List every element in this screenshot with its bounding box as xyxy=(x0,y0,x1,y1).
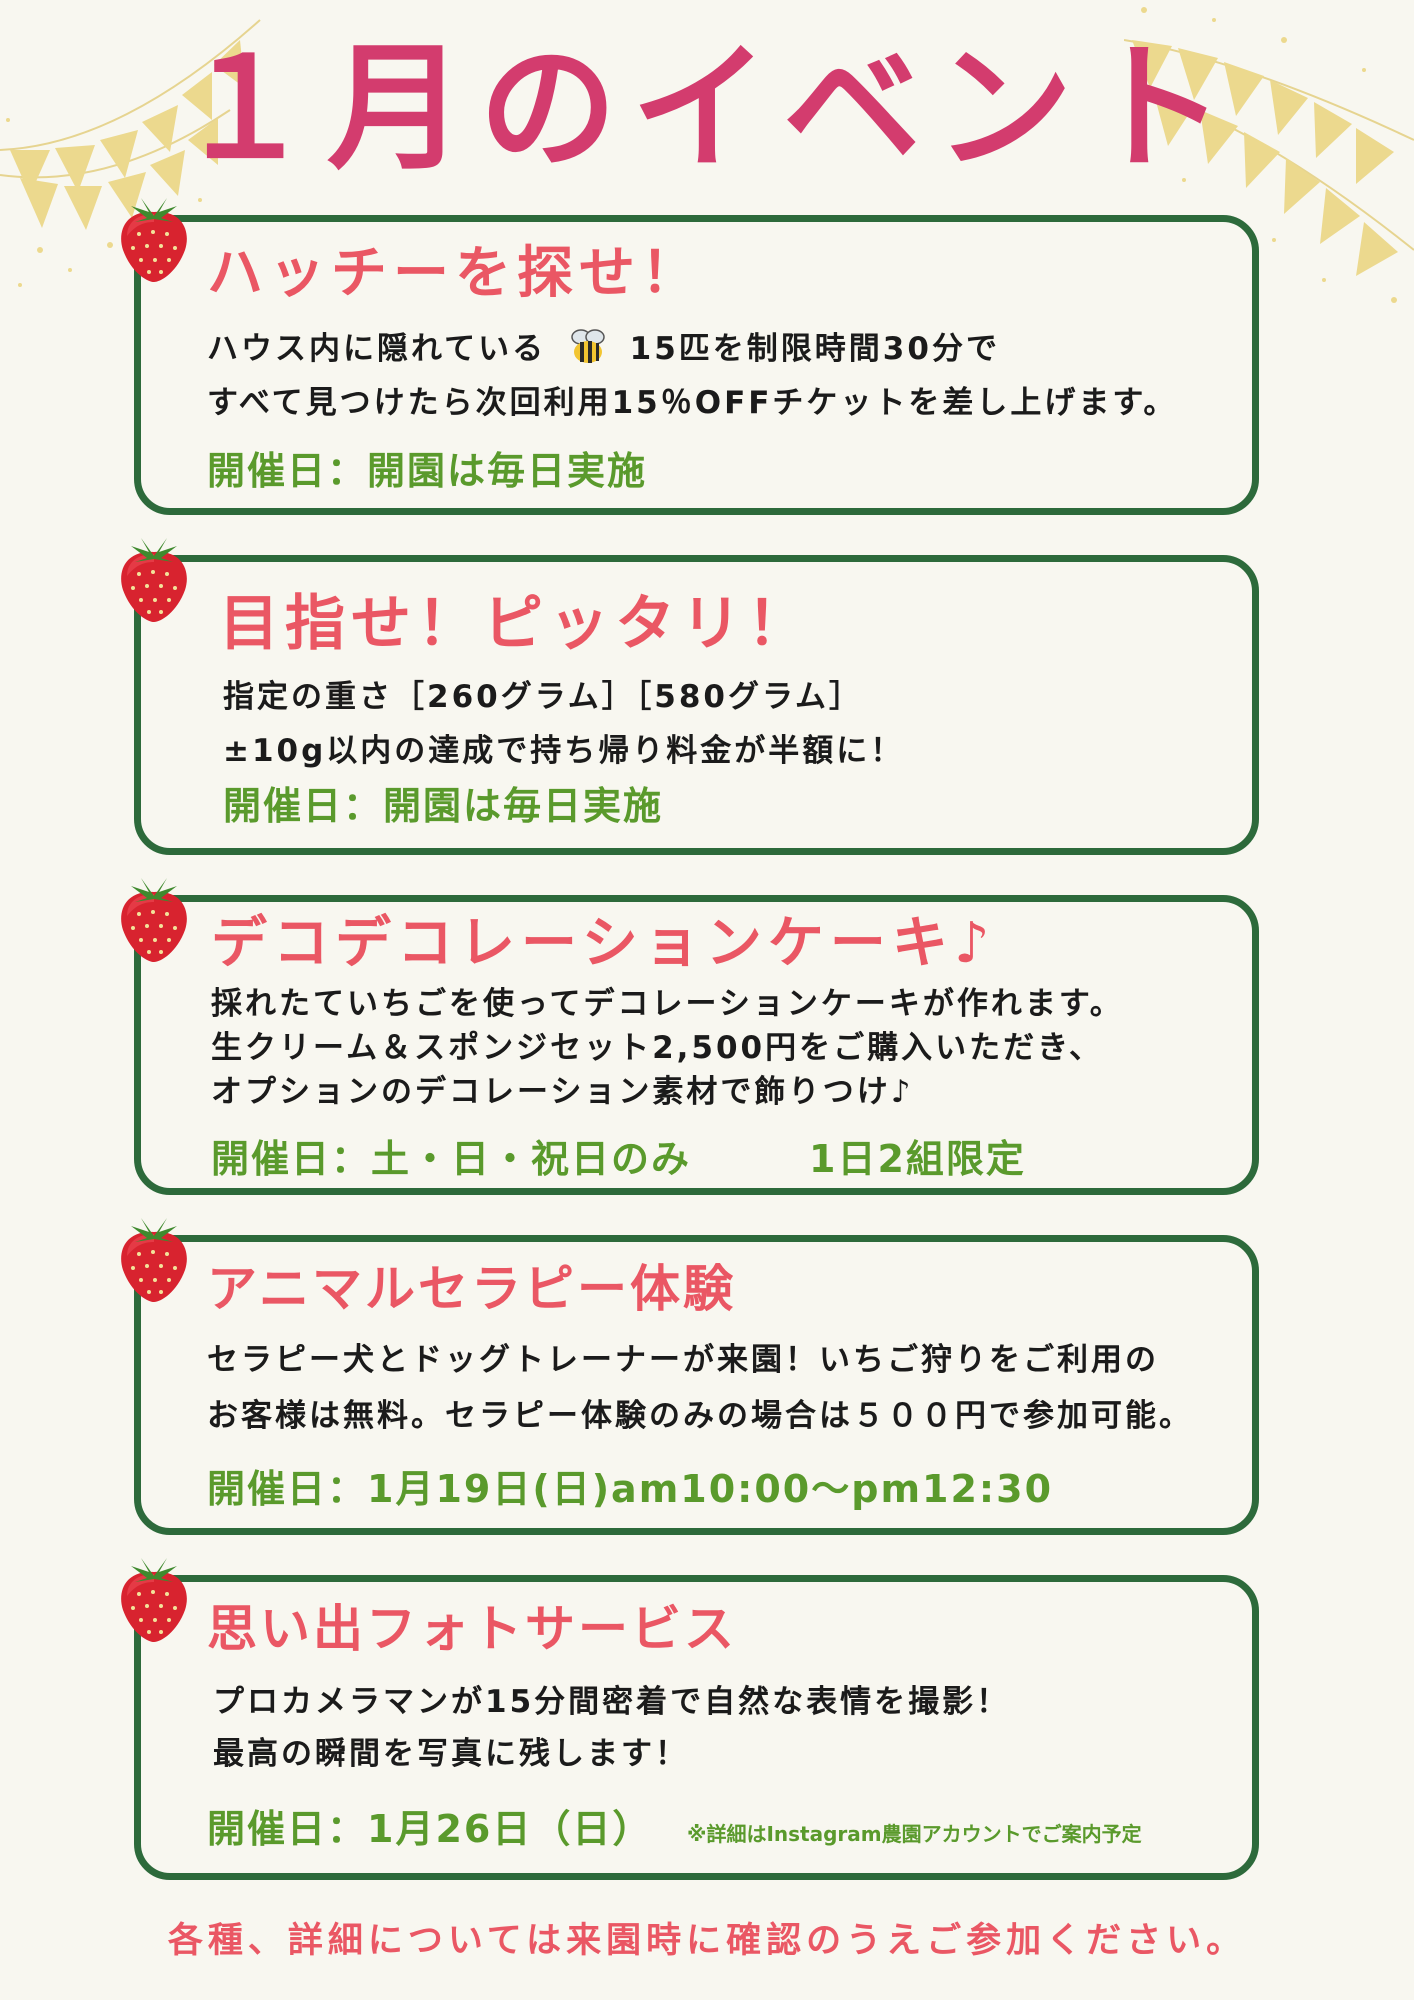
description-line: 採れたていちごを使ってデコレーションケーキが作れます。 xyxy=(211,986,1124,1022)
event-card-photo-service: 思い出フォトサービス プロカメラマンが15分間密着で自然な表情を撮影！ 最高の瞬… xyxy=(121,1558,1259,1880)
event-date: 開催日：土・日・祝日のみ xyxy=(211,1137,692,1181)
footer-notice: 各種、詳細については来園時に確認のうえご参加ください。 xyxy=(167,1921,1247,1961)
event-description: セラピー犬とドッグトレーナーが来園！いちご狩りをご利用の お客様は無料。セラピー… xyxy=(207,1332,1193,1444)
event-date: 開催日：1月19日(日)am10:00～pm12:30 xyxy=(207,1467,1054,1511)
description-text: 15匹を制限時間30分で xyxy=(629,331,1000,367)
description-line: ハウス内に隠れている 15匹を制限時間30分で xyxy=(207,322,1177,376)
event-description: 指定の重さ［260グラム］［580グラム］ ±10g以内の達成で持ち帰り料金が半… xyxy=(223,670,904,778)
bee-icon xyxy=(571,329,605,363)
strawberry-icon xyxy=(121,1558,187,1642)
event-card-decoration-cake: デコデコレーションケーキ♪ 採れたていちごを使ってデコレーションケーキが作れます… xyxy=(121,878,1259,1195)
event-limit: 1日2組限定 xyxy=(809,1137,1026,1181)
strawberry-icon xyxy=(121,538,187,622)
event-note: ※詳細はInstagram農園アカウントでご案内予定 xyxy=(687,1822,1142,1846)
event-description: 採れたていちごを使ってデコレーションケーキが作れます。 生クリーム＆スポンジセッ… xyxy=(211,982,1124,1114)
description-line: すべて見つけたら次回利用15％OFFチケットを差し上げます。 xyxy=(207,385,1178,421)
event-date: 開催日：開園は毎日実施 xyxy=(207,449,648,493)
strawberry-icon xyxy=(121,198,187,282)
description-line: 最高の瞬間を写真に残します！ xyxy=(213,1736,689,1772)
event-title: デコデコレーションケーキ♪ xyxy=(211,911,996,976)
description-line: オプションのデコレーション素材で飾りつけ♪ xyxy=(211,1074,914,1110)
event-card-animal-therapy: アニマルセラピー体験 セラピー犬とドッグトレーナーが来園！いちご狩りをご利用の … xyxy=(121,1218,1259,1535)
event-title: アニマルセラピー体験 xyxy=(207,1260,736,1318)
description-line: ±10g以内の達成で持ち帰り料金が半額に！ xyxy=(223,733,905,769)
event-date: 開催日：開園は毎日実施 xyxy=(223,784,664,828)
event-title: ハッチーを探せ！ xyxy=(207,241,703,306)
description-line: 生クリーム＆スポンジセット2,500円をご購入いただき、 xyxy=(211,1030,1103,1066)
description-line: セラピー犬とドッグトレーナーが来園！いちご狩りをご利用の xyxy=(207,1342,1159,1378)
event-description: ハウス内に隠れている 15匹を制限時間30分で すべて見つけたら次回利用15％O… xyxy=(207,322,1177,430)
event-title: 思い出フォトサービス xyxy=(207,1600,737,1658)
strawberry-icon xyxy=(121,878,187,962)
description-line: 指定の重さ［260グラム］［580グラム］ xyxy=(223,679,864,715)
event-description: プロカメラマンが15分間密着で自然な表情を撮影！ 最高の瞬間を写真に残します！ xyxy=(213,1676,1010,1780)
description-line: お客様は無料。セラピー体験のみの場合は５００円で参加可能。 xyxy=(207,1398,1193,1434)
description-line: プロカメラマンが15分間密着で自然な表情を撮影！ xyxy=(213,1684,1011,1720)
event-title: 目指せ！ピッタリ！ xyxy=(219,589,813,659)
page-title: １月のイベント xyxy=(174,28,1239,189)
event-card-hatchi: ハッチーを探せ！ ハウス内に隠れている 15匹を制限時間30分で すべて見つけた… xyxy=(121,198,1259,515)
strawberry-icon xyxy=(121,1218,187,1302)
event-card-weight: 目指せ！ピッタリ！ 指定の重さ［260グラム］［580グラム］ ±10g以内の達… xyxy=(121,538,1259,855)
description-text: ハウス内に隠れている xyxy=(207,331,547,367)
event-date: 開催日：1月26日（日） xyxy=(207,1807,653,1851)
